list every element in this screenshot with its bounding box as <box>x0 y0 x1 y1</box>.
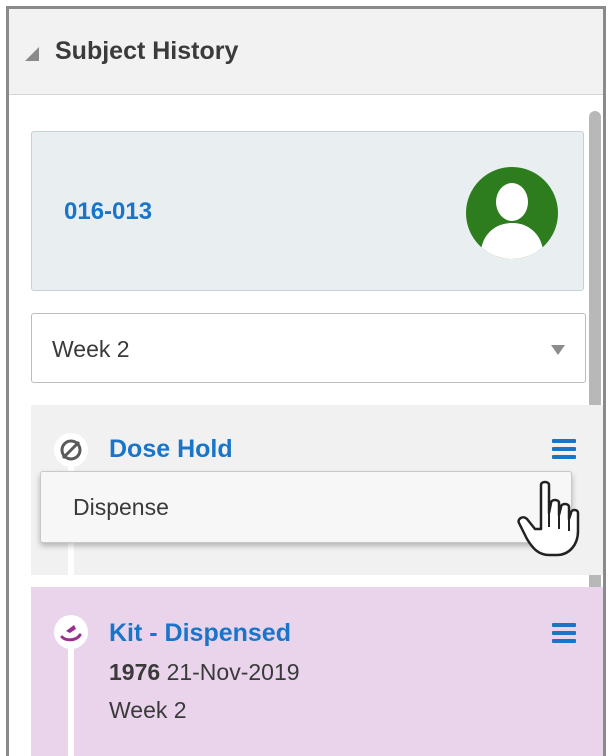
hamburger-menu-icon[interactable] <box>552 439 576 459</box>
hamburger-menu-icon[interactable] <box>552 623 576 643</box>
kit-number-date: 1976 21-Nov-2019 <box>109 659 300 686</box>
kit-visit: Week 2 <box>109 697 187 723</box>
kit-dispense-date: 21-Nov-2019 <box>166 659 300 685</box>
menu-item-dispense[interactable]: Dispense <box>73 494 169 521</box>
kit-dispensed-title[interactable]: Kit - Dispensed <box>109 619 291 648</box>
dropdown-arrow-icon[interactable] <box>551 345 565 355</box>
subject-card: 016-013 <box>31 131 584 291</box>
dose-hold-action-menu: Dispense <box>40 471 572 543</box>
subject-id-link[interactable]: 016-013 <box>64 198 152 226</box>
visit-select[interactable]: Week 2 <box>31 313 586 383</box>
event-kit-dispensed: Kit - Dispensed 1976 21-Nov-2019 Week 2 <box>31 587 603 756</box>
kit-number: 1976 <box>109 659 161 685</box>
timeline-connector <box>68 637 74 756</box>
dose-hold-title[interactable]: Dose Hold <box>109 435 233 464</box>
user-avatar-icon <box>466 167 558 259</box>
kit-dispensed-icon <box>54 615 88 649</box>
visit-select-value: Week 2 <box>52 336 130 362</box>
dose-hold-icon <box>54 433 88 467</box>
collapse-triangle-icon[interactable] <box>25 47 39 61</box>
panel-title: Subject History <box>55 37 239 65</box>
panel-header[interactable]: Subject History <box>9 9 603 95</box>
hand-pointer-cursor-icon <box>517 480 580 557</box>
subject-history-panel: Subject History 016-013 Week 2 Dose Hold… <box>6 6 606 756</box>
